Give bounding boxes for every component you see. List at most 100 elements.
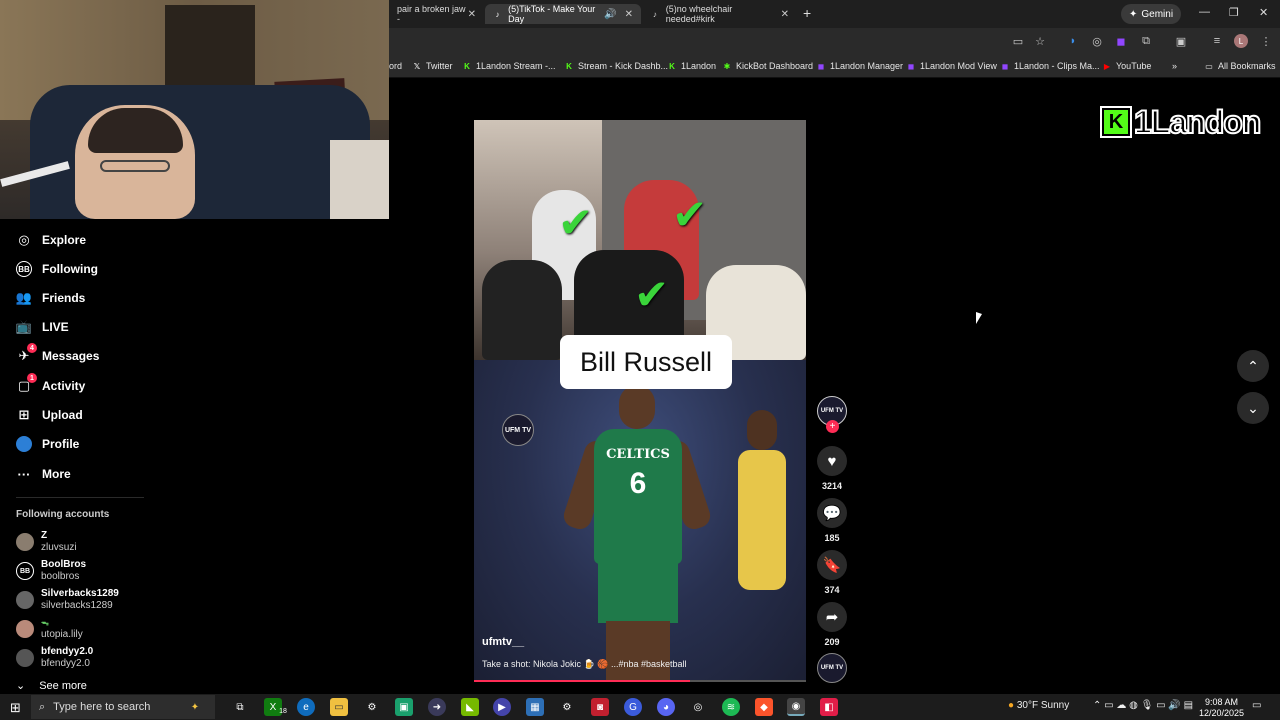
task-view-icon[interactable]: ⧉: [231, 698, 249, 716]
nav-explore[interactable]: ◎ Explore: [0, 228, 145, 252]
music-disc-icon[interactable]: UFM TV: [817, 653, 847, 683]
avatar: [16, 533, 34, 551]
nav-profile[interactable]: Profile: [0, 432, 145, 456]
live-tv-icon: 📺: [15, 319, 33, 334]
nvidia-icon[interactable]: ◣: [461, 698, 479, 716]
edge-icon[interactable]: e: [297, 698, 315, 716]
bookmark-twitter[interactable]: 𝕏 Twitter: [412, 61, 453, 71]
video-description[interactable]: Take a shot: Nikola Jokic 🍺 🏀 ...#nba #b…: [482, 659, 687, 670]
close-icon[interactable]: ✕: [625, 9, 633, 20]
chevron-down-icon: ⌄: [1247, 399, 1259, 416]
close-window-icon[interactable]: ✕: [1259, 6, 1268, 19]
twitch-extension-icon[interactable]: ◼: [1114, 34, 1128, 48]
brave-icon[interactable]: ◆: [755, 698, 773, 716]
bookmark-mod-view[interactable]: ◼ 1Landon Mod View: [906, 61, 997, 71]
nav-more[interactable]: ··· More: [0, 462, 145, 486]
tab-search-icon[interactable]: ▣: [1174, 34, 1188, 48]
bookmark-clips[interactable]: ◼ 1Landon - Clips Ma...: [1000, 61, 1100, 71]
nav-friends[interactable]: 👥 Friends: [0, 286, 145, 310]
extension-icon[interactable]: ◗: [1066, 34, 1080, 48]
nav-messages[interactable]: ✈ 4 Messages: [0, 343, 145, 368]
bookmark-kickbot[interactable]: ✱ KickBot Dashboard: [722, 61, 813, 71]
taskbar-clock[interactable]: 9:08 AM 12/20/2025: [1199, 697, 1244, 719]
video-player[interactable]: ✔ ✔ ✔ CELTICS 6: [474, 120, 806, 682]
install-icon[interactable]: ▭: [1011, 34, 1025, 48]
notification-icon[interactable]: ▭: [1252, 700, 1261, 711]
media-icon[interactable]: ≡: [1210, 34, 1224, 48]
weather-sun-icon: ●: [1008, 700, 1015, 711]
tab-title: (5)TikTok - Make Your Day: [508, 4, 596, 24]
chrome-icon[interactable]: ◉: [787, 698, 805, 716]
account-item[interactable]: BB BoolBros boolbros: [16, 559, 86, 583]
spotify-icon[interactable]: ≋: [722, 698, 740, 716]
new-tab-button[interactable]: +: [803, 5, 811, 21]
tray-icons[interactable]: ⌃ ▭ ☁ ◍ 🎙 ▭ 🔊 ▤: [1093, 700, 1193, 711]
windows-start-icon[interactable]: ⊞: [10, 700, 21, 716]
account-item[interactable]: Zzluvsuzi: [16, 530, 77, 554]
weather-widget[interactable]: ● 30°F Sunny: [1008, 700, 1069, 711]
nav-following[interactable]: BB Following: [0, 257, 145, 281]
calculator-icon[interactable]: ▦: [526, 698, 544, 716]
extension-icon[interactable]: ◎: [1090, 34, 1104, 48]
nav-upload[interactable]: ⊞ Upload: [0, 403, 145, 427]
file-explorer-icon[interactable]: ▭: [330, 698, 348, 716]
like-button[interactable]: ♥: [817, 446, 847, 476]
app-icon[interactable]: ⚙: [363, 698, 381, 716]
save-count: 374: [824, 585, 840, 595]
follow-plus-icon[interactable]: +: [826, 420, 839, 433]
chevron-more-icon[interactable]: »: [1172, 61, 1177, 71]
account-item[interactable]: ᯓ utopia.lily: [16, 617, 83, 641]
tab-wheelchair[interactable]: ♪ (5)no wheelchair needed#kirk ✕: [642, 4, 797, 24]
share-button[interactable]: ➦: [817, 602, 847, 632]
kick-icon: K: [464, 61, 470, 71]
video-progress-bar[interactable]: [474, 680, 806, 682]
steam-icon[interactable]: ◎: [689, 698, 707, 716]
minimize-icon[interactable]: —: [1199, 6, 1210, 18]
gemini-button[interactable]: ✦ Gemini: [1121, 4, 1182, 24]
bookmark-youtube[interactable]: ▶ YouTube: [1102, 61, 1151, 71]
app-icon[interactable]: ➜: [428, 698, 446, 716]
copilot-sparkle-icon[interactable]: ✦: [186, 698, 204, 716]
app-icon[interactable]: G: [624, 698, 642, 716]
bookmark-manager[interactable]: ◼ 1Landon Manager: [816, 61, 903, 71]
checkmark-icon: ✔: [672, 191, 708, 238]
video-author[interactable]: ufmtv__: [482, 636, 524, 648]
see-more-button[interactable]: ⌄ See more: [16, 679, 87, 693]
messages-badge: 4: [27, 343, 37, 353]
tab-tiktok[interactable]: ♪ (5)TikTok - Make Your Day 🔊 ✕: [485, 4, 641, 24]
all-bookmarks[interactable]: ▭ All Bookmarks: [1204, 61, 1275, 71]
close-icon[interactable]: ✕: [468, 9, 476, 20]
close-icon[interactable]: ✕: [781, 9, 789, 20]
speaker-icon[interactable]: 🔊: [604, 9, 616, 20]
star-icon[interactable]: ☆: [1033, 34, 1047, 48]
settings-icon[interactable]: ⚙: [558, 698, 576, 716]
puzzle-icon[interactable]: ⧉: [1139, 34, 1153, 48]
store-icon[interactable]: ▣: [395, 698, 413, 716]
bookmark-1landon[interactable]: K 1Landon: [667, 61, 716, 71]
profile-avatar-icon[interactable]: L: [1234, 34, 1248, 48]
xbox-badge: 18: [279, 707, 287, 715]
tab-broken-jaw[interactable]: pair a broken jaw - ✕: [389, 4, 484, 24]
nav-activity[interactable]: ▢ 1 Activity: [0, 373, 145, 398]
next-video-button[interactable]: ⌄: [1237, 392, 1269, 424]
twitch-icon: ◼: [817, 61, 825, 71]
app-icon[interactable]: ◧: [820, 698, 838, 716]
ellipsis-icon: ···: [17, 466, 31, 482]
comment-button[interactable]: 💬: [817, 498, 847, 528]
account-item[interactable]: bfendyy2.0 bfendyy2.0: [16, 646, 93, 670]
save-button[interactable]: 🔖: [817, 550, 847, 580]
paper-plane-icon: ✈ 4: [16, 343, 37, 364]
bookmark-kick-dashboard[interactable]: K Stream - Kick Dashb...: [564, 61, 668, 71]
restore-icon[interactable]: ❐: [1229, 6, 1239, 19]
bookmark-kick-stream[interactable]: K 1Landon Stream -...: [462, 61, 555, 71]
app-icon[interactable]: ◙: [591, 698, 609, 716]
account-item[interactable]: Silverbacks1289 silverbacks1289: [16, 588, 119, 612]
tiktok-icon: ♪: [495, 9, 500, 19]
bookmark-item[interactable]: ord: [389, 61, 402, 71]
previous-video-button[interactable]: ⌃: [1237, 350, 1269, 382]
nav-live[interactable]: 📺 LIVE: [0, 315, 145, 339]
app-icon[interactable]: ▶: [493, 698, 511, 716]
avatar: [16, 591, 34, 609]
discord-icon[interactable]: ◕: [657, 698, 675, 716]
menu-kebab-icon[interactable]: ⋮: [1259, 34, 1273, 48]
